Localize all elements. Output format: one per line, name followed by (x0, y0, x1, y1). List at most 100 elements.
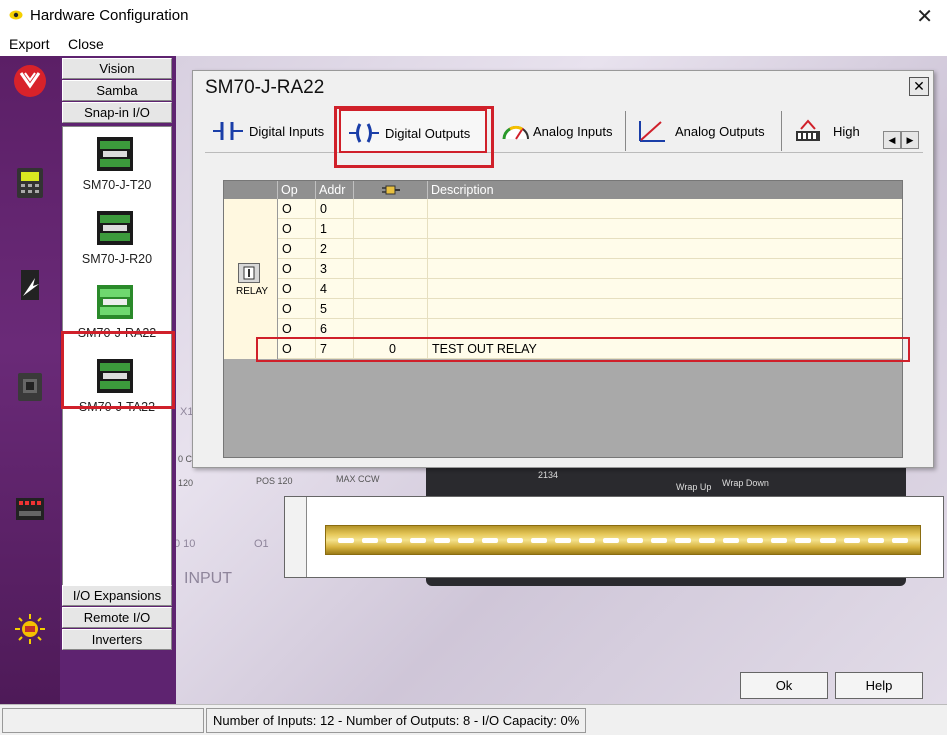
header-blank (224, 181, 278, 199)
palette-samba-button[interactable]: Samba (62, 80, 172, 101)
client-area: Vision Samba Snap-in I/O SM70-J-T20 SM70… (0, 56, 947, 704)
cell-op: O (278, 319, 316, 339)
table-row[interactable]: O 0 (278, 199, 902, 219)
hmi-pointer-icon[interactable] (13, 268, 47, 302)
menu-bar: Export Close (0, 32, 947, 56)
cell-addr: 2 (316, 239, 354, 259)
snapin-module-icon (97, 285, 133, 319)
tab-scroll-buttons: ◀ ▶ (883, 131, 919, 149)
dialog-close-button[interactable]: ✕ (909, 77, 929, 96)
bg-label-o1: O1 (254, 538, 269, 550)
plc-controller-icon[interactable] (13, 166, 47, 200)
cell-value[interactable]: 0 (354, 339, 428, 359)
cell-description[interactable] (428, 199, 902, 219)
io-module-icon[interactable] (13, 492, 47, 526)
window-title: Hardware Configuration (30, 7, 189, 24)
cell-value[interactable] (354, 199, 428, 219)
bg-label-maxccw: MAX CCW (336, 474, 380, 484)
snapin-module-list: SM70-J-T20 SM70-J-R20 SM70-J-RA22 SM70-J… (62, 126, 172, 586)
cell-op: O (278, 339, 316, 359)
module-label: SM70-J-R20 (81, 252, 153, 266)
palette-inverters-button[interactable]: Inverters (62, 629, 172, 650)
table-row[interactable]: O 5 (278, 299, 902, 319)
analog-ramp-icon (639, 121, 665, 142)
palette-remote-io-button[interactable]: Remote I/O (62, 607, 172, 628)
analog-gauge-icon (502, 125, 529, 140)
palette-io-expansions-button[interactable]: I/O Expansions (62, 585, 172, 606)
cell-description[interactable] (428, 219, 902, 239)
header-description: Description (431, 183, 494, 197)
tab-high-speed[interactable]: High (785, 109, 869, 153)
bg-label-pos120: POS 120 (256, 476, 293, 486)
cell-op: O (278, 239, 316, 259)
module-sm70-j-ta22[interactable]: SM70-J-TA22 (63, 353, 171, 423)
table-row-selected[interactable]: O 7 0 TEST OUT RELAY (278, 339, 902, 359)
tab-analog-outputs[interactable]: Analog Outputs (629, 109, 779, 153)
cell-description[interactable] (428, 239, 902, 259)
snapin-module-icon (97, 211, 133, 245)
tab-label: Analog Inputs (533, 124, 613, 139)
table-row[interactable]: O 6 (278, 319, 902, 339)
tab-analog-inputs[interactable]: Analog Inputs (493, 109, 623, 153)
header-addr: Addr (316, 181, 354, 199)
table-row[interactable]: O 1 (278, 219, 902, 239)
module-sm70-j-t20[interactable]: SM70-J-T20 (63, 131, 171, 201)
cell-value[interactable] (354, 239, 428, 259)
cell-addr: 6 (316, 319, 354, 339)
cell-description[interactable] (428, 299, 902, 319)
menu-close[interactable]: Close (68, 36, 104, 52)
palette-vision-button[interactable]: Vision (62, 58, 172, 79)
module-sm70-j-r20[interactable]: SM70-J-R20 (63, 205, 171, 275)
cell-op: O (278, 279, 316, 299)
rail-slots (338, 538, 908, 543)
cell-description[interactable]: TEST OUT RELAY (428, 339, 902, 359)
category-sidebar (0, 56, 60, 704)
table-row[interactable]: O 2 (278, 239, 902, 259)
relay-row-header: RELAY (224, 199, 278, 359)
snapin-module-icon (97, 359, 133, 393)
bg-label-120: 120 (178, 478, 194, 488)
cell-value[interactable] (354, 299, 428, 319)
eye-icon (9, 10, 23, 20)
cell-value[interactable] (354, 279, 428, 299)
cell-description[interactable] (428, 319, 902, 339)
table-row[interactable]: O 4 (278, 279, 902, 299)
hardware-configuration-window: Hardware Configuration ✕ Export Close Vi… (0, 0, 947, 735)
cell-addr: 5 (316, 299, 354, 319)
cell-description[interactable] (428, 259, 902, 279)
ok-button[interactable]: Ok (740, 672, 828, 699)
title-bar: Hardware Configuration ✕ (0, 0, 947, 32)
help-button[interactable]: Help (835, 672, 923, 699)
tab-digital-inputs[interactable]: Digital Inputs (205, 109, 333, 153)
cell-value[interactable] (354, 259, 428, 279)
io-address-table: Op Addr Description RELAY O 0 O 1 O 2 O … (223, 180, 903, 458)
bg-label-input: INPUT (184, 570, 232, 587)
cell-op: O (278, 219, 316, 239)
cell-value[interactable] (354, 219, 428, 239)
sun-settings-icon[interactable] (13, 612, 47, 646)
unitronics-logo-icon[interactable] (13, 64, 47, 98)
tab-separator (781, 111, 782, 151)
cell-addr: 7 (316, 339, 354, 359)
status-bar: Number of Inputs: 12 - Number of Outputs… (0, 704, 947, 735)
table-row[interactable]: O 3 (278, 259, 902, 279)
tab-digital-outputs[interactable]: Digital Outputs (339, 109, 487, 153)
tab-scroll-left-button[interactable]: ◀ (883, 131, 901, 149)
palette-snapin-button[interactable]: Snap-in I/O (62, 102, 172, 123)
cpu-module-icon[interactable] (13, 370, 47, 404)
bg-label-010: 0 10 (176, 538, 196, 550)
din-rail[interactable] (325, 525, 921, 555)
cell-description[interactable] (428, 279, 902, 299)
tab-label: Digital Outputs (385, 126, 471, 141)
module-sm70-j-ra22[interactable]: SM70-J-RA22 (63, 279, 171, 349)
tab-label: High (833, 124, 860, 139)
cell-op: O (278, 199, 316, 219)
cell-addr: 0 (316, 199, 354, 219)
module-palette: Vision Samba Snap-in I/O SM70-J-T20 SM70… (60, 56, 176, 704)
cell-value[interactable] (354, 319, 428, 339)
header-value-icon (354, 181, 428, 199)
cell-op: O (278, 299, 316, 319)
window-close-button[interactable]: ✕ (916, 4, 933, 29)
menu-export[interactable]: Export (9, 36, 49, 52)
tab-scroll-right-button[interactable]: ▶ (901, 131, 919, 149)
